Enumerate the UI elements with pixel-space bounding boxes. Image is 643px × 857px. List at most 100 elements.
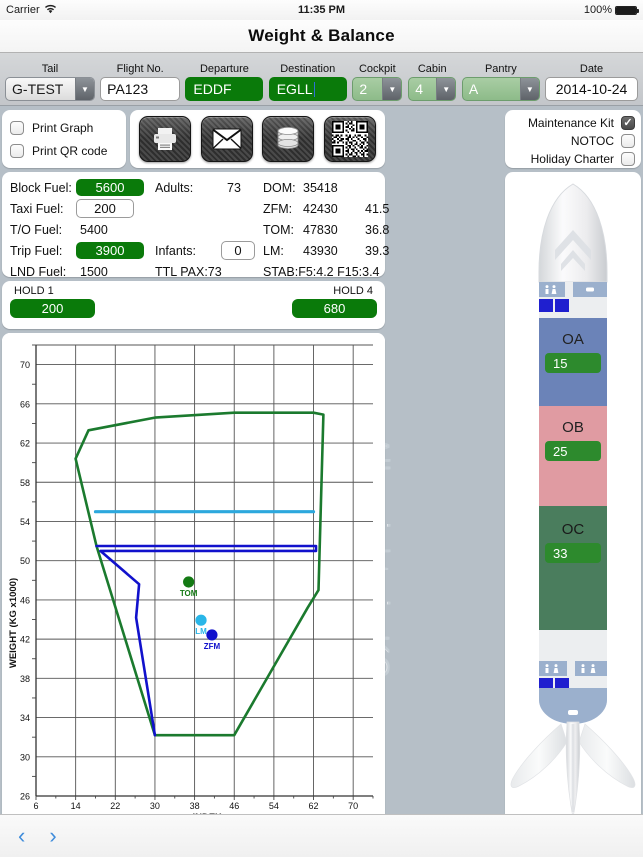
aircraft-diagram[interactable]: OA 15 OB 25 OC 33 xyxy=(505,172,641,827)
chart-y-tick-label: 62 xyxy=(20,439,30,449)
status-bar-time: 11:35 PM xyxy=(297,4,346,16)
chart-point-zfm xyxy=(206,629,218,641)
chart-x-tick-label: 62 xyxy=(309,801,319,811)
to-fuel-row: T/O Fuel: 5400 xyxy=(10,220,155,239)
notoc-row[interactable]: NOTOC xyxy=(511,132,635,150)
cockpit-label: Cockpit xyxy=(358,63,396,75)
date-label: Date xyxy=(579,63,604,75)
cabin-zone-OB-label: OB xyxy=(562,419,584,436)
hold-4: HOLD 4 680 xyxy=(292,285,377,318)
infants-input[interactable]: 0 xyxy=(221,241,255,260)
chevron-down-icon: ▼ xyxy=(75,78,95,100)
chart-x-tick-label: 46 xyxy=(229,801,239,811)
chart-y-tick-label: 34 xyxy=(20,713,30,723)
cabin-zone-OC-value: 33 xyxy=(553,546,567,561)
destination-input[interactable]: EGLL xyxy=(268,77,347,101)
galley-icon xyxy=(586,287,594,292)
tom-value: 47830 xyxy=(303,222,338,237)
bottom-toolbar: ‹ › xyxy=(0,814,643,857)
trip-fuel-label: Trip Fuel: xyxy=(10,243,63,258)
notoc-checkbox[interactable] xyxy=(621,134,635,148)
print-graph-checkbox[interactable] xyxy=(10,120,24,135)
cockpit-select[interactable]: 2 ▼ xyxy=(352,77,403,101)
holiday-charter-label: Holiday Charter xyxy=(530,152,614,166)
chart-x-tick-label: 30 xyxy=(150,801,160,811)
print-button[interactable] xyxy=(138,116,191,162)
holiday-charter-checkbox[interactable] xyxy=(621,152,635,166)
zfm-label: ZFM: xyxy=(263,201,293,216)
cabin-zone-OC-label: OC xyxy=(562,521,585,538)
flight-no-input[interactable]: PA123 xyxy=(100,77,181,101)
destination-label: Destination xyxy=(280,63,336,75)
chart-point-label-lm: LM xyxy=(195,627,207,636)
hold-1-label: HOLD 1 xyxy=(14,285,54,297)
stabilizer-centerline xyxy=(571,724,575,812)
print-qr-checkbox[interactable] xyxy=(10,143,24,158)
ttl-pax-value: TTL PAX:73 xyxy=(155,264,222,279)
chart-y-tick-label: 46 xyxy=(20,595,30,605)
navigation-bar: Weight & Balance xyxy=(0,20,643,53)
qrcode-button[interactable] xyxy=(324,116,377,162)
chart-y-tick-label: 30 xyxy=(20,752,30,762)
block-fuel-label: Block Fuel: xyxy=(10,180,72,195)
previous-page-button[interactable]: ‹ xyxy=(18,825,25,847)
maintenance-kit-row[interactable]: Maintenance Kit xyxy=(511,114,635,132)
hold-1: HOLD 1 200 xyxy=(10,285,95,318)
fuel-weights-card: Block Fuel: 5600 Adults: 73 DOM: 35418 T… xyxy=(2,172,389,279)
date-input[interactable]: 2014-10-24 xyxy=(545,77,638,101)
lnd-fuel-row: LND Fuel: 1500 xyxy=(10,262,155,281)
block-fuel-row: Block Fuel: 5600 xyxy=(10,178,155,197)
taxi-fuel-input[interactable]: 200 xyxy=(76,199,134,218)
tom-label: TOM: xyxy=(263,222,295,237)
dom-row: DOM: 35418 xyxy=(263,178,389,197)
print-graph-row[interactable]: Print Graph xyxy=(10,116,118,139)
lnd-fuel-label: LND Fuel: xyxy=(10,264,67,279)
aircraft-cabin-diagram-card: OA 15 OB 25 OC 33 xyxy=(505,172,641,827)
chart-point-label-tom: TOM xyxy=(180,589,198,598)
database-icon xyxy=(277,127,299,149)
block-fuel-input[interactable]: 5600 xyxy=(76,179,144,196)
print-options-card: Print Graph Print QR code xyxy=(2,110,126,168)
chevron-down-icon: ▼ xyxy=(436,78,456,100)
maintenance-kit-checkbox[interactable] xyxy=(621,116,635,130)
chart-y-tick-label: 70 xyxy=(20,360,30,370)
forward-lavatory-left xyxy=(539,282,565,297)
tom-row: TOM: 47830 36.8 xyxy=(263,220,389,239)
cabin-select[interactable]: 4 ▼ xyxy=(408,77,457,101)
pantry-label: Pantry xyxy=(484,63,517,75)
dom-label: DOM: xyxy=(263,180,296,195)
infants-row: Infants: 0 xyxy=(155,241,263,260)
ios-status-bar: Carrier 11:35 PM 100% xyxy=(0,0,643,20)
chart-y-tick-label: 58 xyxy=(20,478,30,488)
chevron-down-icon: ▼ xyxy=(519,78,539,100)
weight-balance-chart[interactable]: TOM LM ZFM 26 30 34 38 42 46 50 54 58 62 66 70 6 14 22 30… xyxy=(2,333,385,827)
destination-value: EGLL xyxy=(276,81,313,97)
forward-door-left xyxy=(539,299,553,312)
fuel-weights-grid: Block Fuel: 5600 Adults: 73 DOM: 35418 T… xyxy=(10,178,389,279)
spacer-cell-2 xyxy=(155,220,263,239)
database-button[interactable] xyxy=(262,116,315,162)
holds-card: HOLD 1 200 HOLD 4 680 xyxy=(2,281,385,329)
main-content: All weights in KG Print Graph Print QR c… xyxy=(0,106,643,857)
email-button[interactable] xyxy=(200,116,253,162)
tail-select[interactable]: G-TEST ▼ xyxy=(5,77,96,101)
to-fuel-value: 5400 xyxy=(80,222,108,237)
text-caret xyxy=(313,81,315,97)
pantry-value: A xyxy=(468,81,479,97)
tailplane-left xyxy=(510,723,568,788)
chart-x-tick-label: 38 xyxy=(190,801,200,811)
trip-fuel-input[interactable]: 3900 xyxy=(76,242,144,259)
aircraft-options-card: Maintenance Kit NOTOC Holiday Charter xyxy=(505,110,641,168)
taxi-fuel-label: Taxi Fuel: xyxy=(10,201,64,216)
pantry-select[interactable]: A ▼ xyxy=(461,77,540,101)
hold-1-input[interactable]: 200 xyxy=(10,299,95,318)
next-page-button[interactable]: › xyxy=(49,825,56,847)
dom-value: 35418 xyxy=(303,180,338,195)
holiday-charter-row[interactable]: Holiday Charter xyxy=(511,150,635,168)
hold-4-input[interactable]: 680 xyxy=(292,299,377,318)
print-qr-row[interactable]: Print QR code xyxy=(10,139,118,162)
flight-no-field: Flight No. PA123 xyxy=(100,63,181,101)
tom-index: 36.8 xyxy=(365,222,390,237)
departure-input[interactable]: EDDF xyxy=(185,77,264,101)
chart-y-tick-label: 54 xyxy=(20,517,30,527)
